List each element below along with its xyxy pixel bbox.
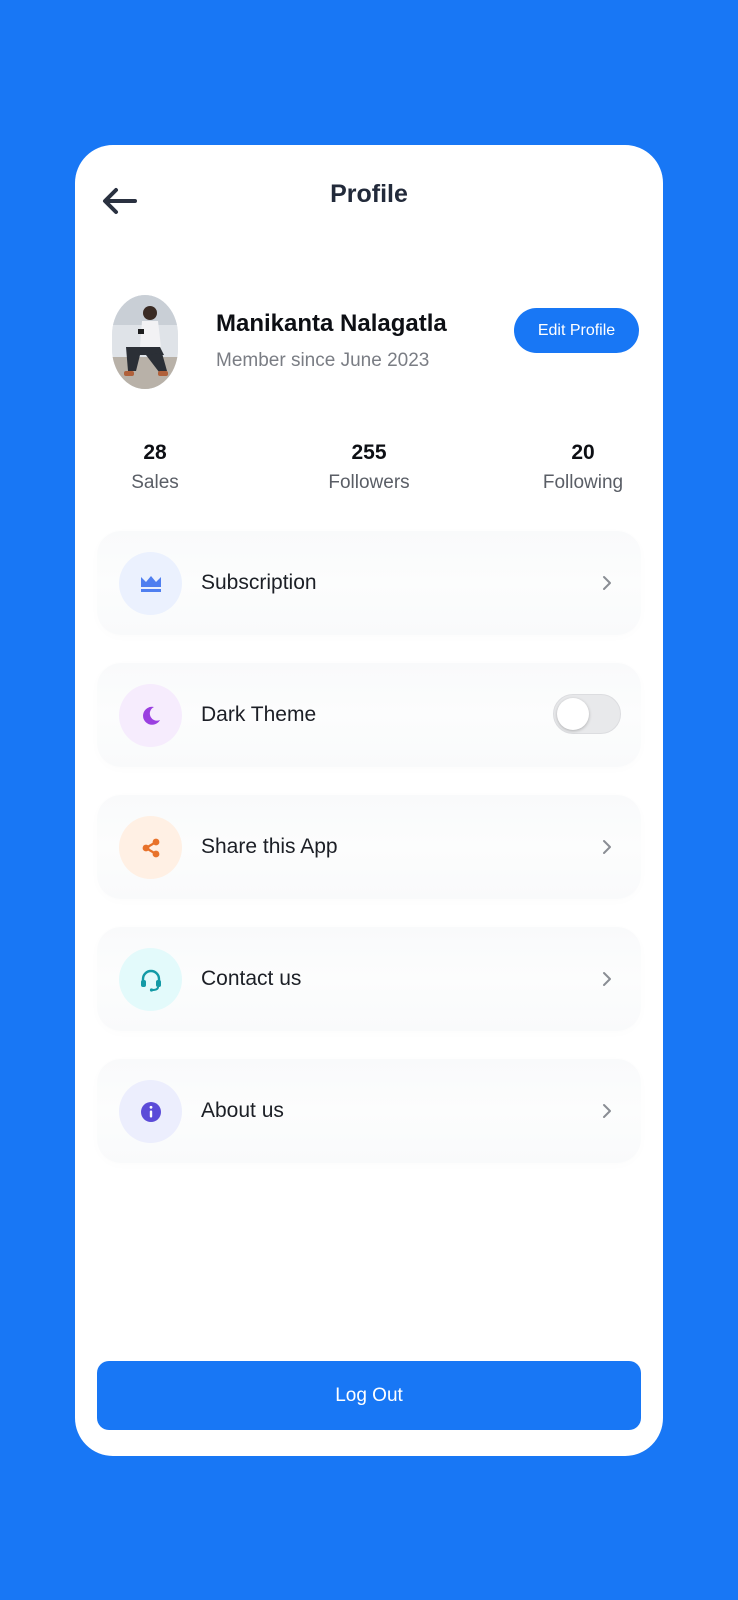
menu-item-dark-theme: Dark Theme xyxy=(97,663,641,767)
menu-label: About us xyxy=(201,1099,284,1122)
menu-label: Dark Theme xyxy=(201,703,317,726)
menu-item-subscription[interactable]: Subscription xyxy=(97,531,641,635)
menu-item-share-app[interactable]: Share this App xyxy=(97,795,641,899)
edit-profile-button[interactable]: Edit Profile xyxy=(514,308,639,353)
chevron-right-icon xyxy=(597,837,617,857)
member-since-text: Member since June 2023 xyxy=(216,350,430,371)
menu-label: Share this App xyxy=(201,835,338,858)
chevron-right-icon xyxy=(597,1101,617,1121)
menu-icon-bg xyxy=(119,1080,182,1143)
page-title: Profile xyxy=(330,180,408,208)
stat-value: 255 xyxy=(351,441,387,464)
stat-label: Following xyxy=(542,472,624,493)
menu-item-contact-us[interactable]: Contact us xyxy=(97,927,641,1031)
stat-following: 20 Following xyxy=(503,440,663,494)
profile-name: Manikanta Nalagatla xyxy=(216,310,447,337)
logout-button[interactable]: Log Out xyxy=(97,1361,641,1430)
stat-value: 20 xyxy=(571,441,595,464)
stats-row: 28 Sales 255 Followers 20 Following xyxy=(75,440,663,500)
profile-card: Profile Manikanta Nalagatla Member since… xyxy=(75,145,663,1456)
chevron-right-icon xyxy=(597,969,617,989)
crown-icon xyxy=(140,575,161,592)
chevron-right-icon xyxy=(597,573,617,593)
share-icon xyxy=(142,838,159,857)
headset-icon xyxy=(140,969,161,992)
menu-label: Subscription xyxy=(201,571,317,594)
stat-label: Followers xyxy=(328,472,410,493)
stat-sales: 28 Sales xyxy=(75,440,235,494)
menu-icon-bg xyxy=(119,816,182,879)
menu-icon-bg xyxy=(119,552,182,615)
menu-label: Contact us xyxy=(201,967,302,990)
stat-value: 28 xyxy=(143,441,167,464)
dark-theme-toggle[interactable] xyxy=(553,694,621,734)
toggle-knob xyxy=(557,698,589,730)
info-icon xyxy=(140,1101,161,1122)
stat-followers: 255 Followers xyxy=(289,440,449,494)
avatar xyxy=(112,295,178,389)
moon-icon xyxy=(142,706,160,725)
menu-icon-bg xyxy=(119,948,182,1011)
menu-icon-bg xyxy=(119,684,182,747)
menu-item-about-us[interactable]: About us xyxy=(97,1059,641,1163)
stat-label: Sales xyxy=(131,472,179,493)
